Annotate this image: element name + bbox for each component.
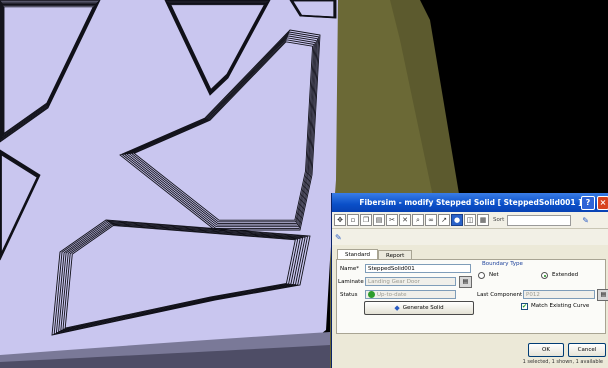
sort-label: Sort (493, 217, 505, 223)
last-component-label: Last Component (477, 292, 523, 298)
last-component-field[interactable]: P012 (523, 290, 595, 299)
dialog-toolbar: ✥ ▫ ❐ ▤ ✂ ✕ ⌕ ∞ ↗ ● ◫ ▦ Sort ✎ (332, 212, 608, 229)
status-field: Up-to-date (365, 290, 456, 299)
grid-icon[interactable]: ▦ (477, 214, 489, 226)
net-label: Net (489, 272, 499, 278)
extended-radio[interactable] (541, 272, 548, 279)
sort-icon[interactable]: ✎ (582, 216, 589, 225)
boundary-type-title: Boundary Type (482, 261, 523, 267)
status-label: Status (340, 292, 358, 298)
secondary-toolbar: ✎ (332, 229, 608, 245)
new-icon[interactable]: ▫ (347, 214, 359, 226)
export-icon[interactable]: ↗ (438, 214, 450, 226)
ok-button[interactable]: OK (528, 343, 564, 357)
status-ok-icon (368, 291, 375, 298)
net-radio[interactable] (478, 272, 485, 279)
find-icon[interactable]: ⌕ (412, 214, 424, 226)
cancel-button[interactable]: Cancel (568, 343, 606, 357)
panel-surface (0, 0, 338, 368)
sort-dropdown[interactable] (507, 214, 572, 226)
dialog-title: Fibersim - modify Stepped Solid [ Steppe… (359, 198, 582, 207)
pen-icon[interactable]: ✎ (335, 233, 342, 242)
name-label: Name* (340, 266, 359, 272)
solid-icon: ◆ (394, 304, 400, 312)
match-curve-checkbox[interactable]: ✔ (521, 303, 528, 310)
dialog-titlebar[interactable]: Fibersim - modify Stepped Solid [ Steppe… (332, 193, 608, 212)
last-component-browse-button[interactable]: ▤ (597, 289, 608, 301)
modify-stepped-solid-dialog: Fibersim - modify Stepped Solid [ Steppe… (331, 193, 608, 368)
paste-icon[interactable]: ▤ (373, 214, 385, 226)
cut-icon[interactable]: ✂ (386, 214, 398, 226)
help-button[interactable]: ? (581, 196, 595, 210)
dialog-status-bar: 1 selected, 1 shown, 1 available (522, 359, 603, 365)
generate-solid-label: Generate Solid (402, 305, 444, 311)
move-icon[interactable]: ✥ (334, 214, 346, 226)
match-curve-label: Match Existing Curve (531, 303, 590, 309)
copy-icon[interactable]: ❐ (360, 214, 372, 226)
name-field[interactable]: SteppedSolid001 (365, 264, 471, 273)
laminate-field[interactable]: Landing Gear Door (365, 277, 456, 286)
generate-solid-button[interactable]: ◆ Generate Solid (364, 301, 474, 315)
view-icon[interactable]: ◫ (464, 214, 476, 226)
sphere-icon[interactable]: ● (451, 214, 463, 226)
laminate-browse-button[interactable]: ▤ (459, 276, 472, 288)
binoculars-icon[interactable]: ∞ (425, 214, 437, 226)
extended-label: Extended (552, 272, 579, 278)
close-button[interactable]: × (597, 196, 608, 210)
laminate-label: Laminate (338, 279, 364, 285)
delete-icon[interactable]: ✕ (399, 214, 411, 226)
